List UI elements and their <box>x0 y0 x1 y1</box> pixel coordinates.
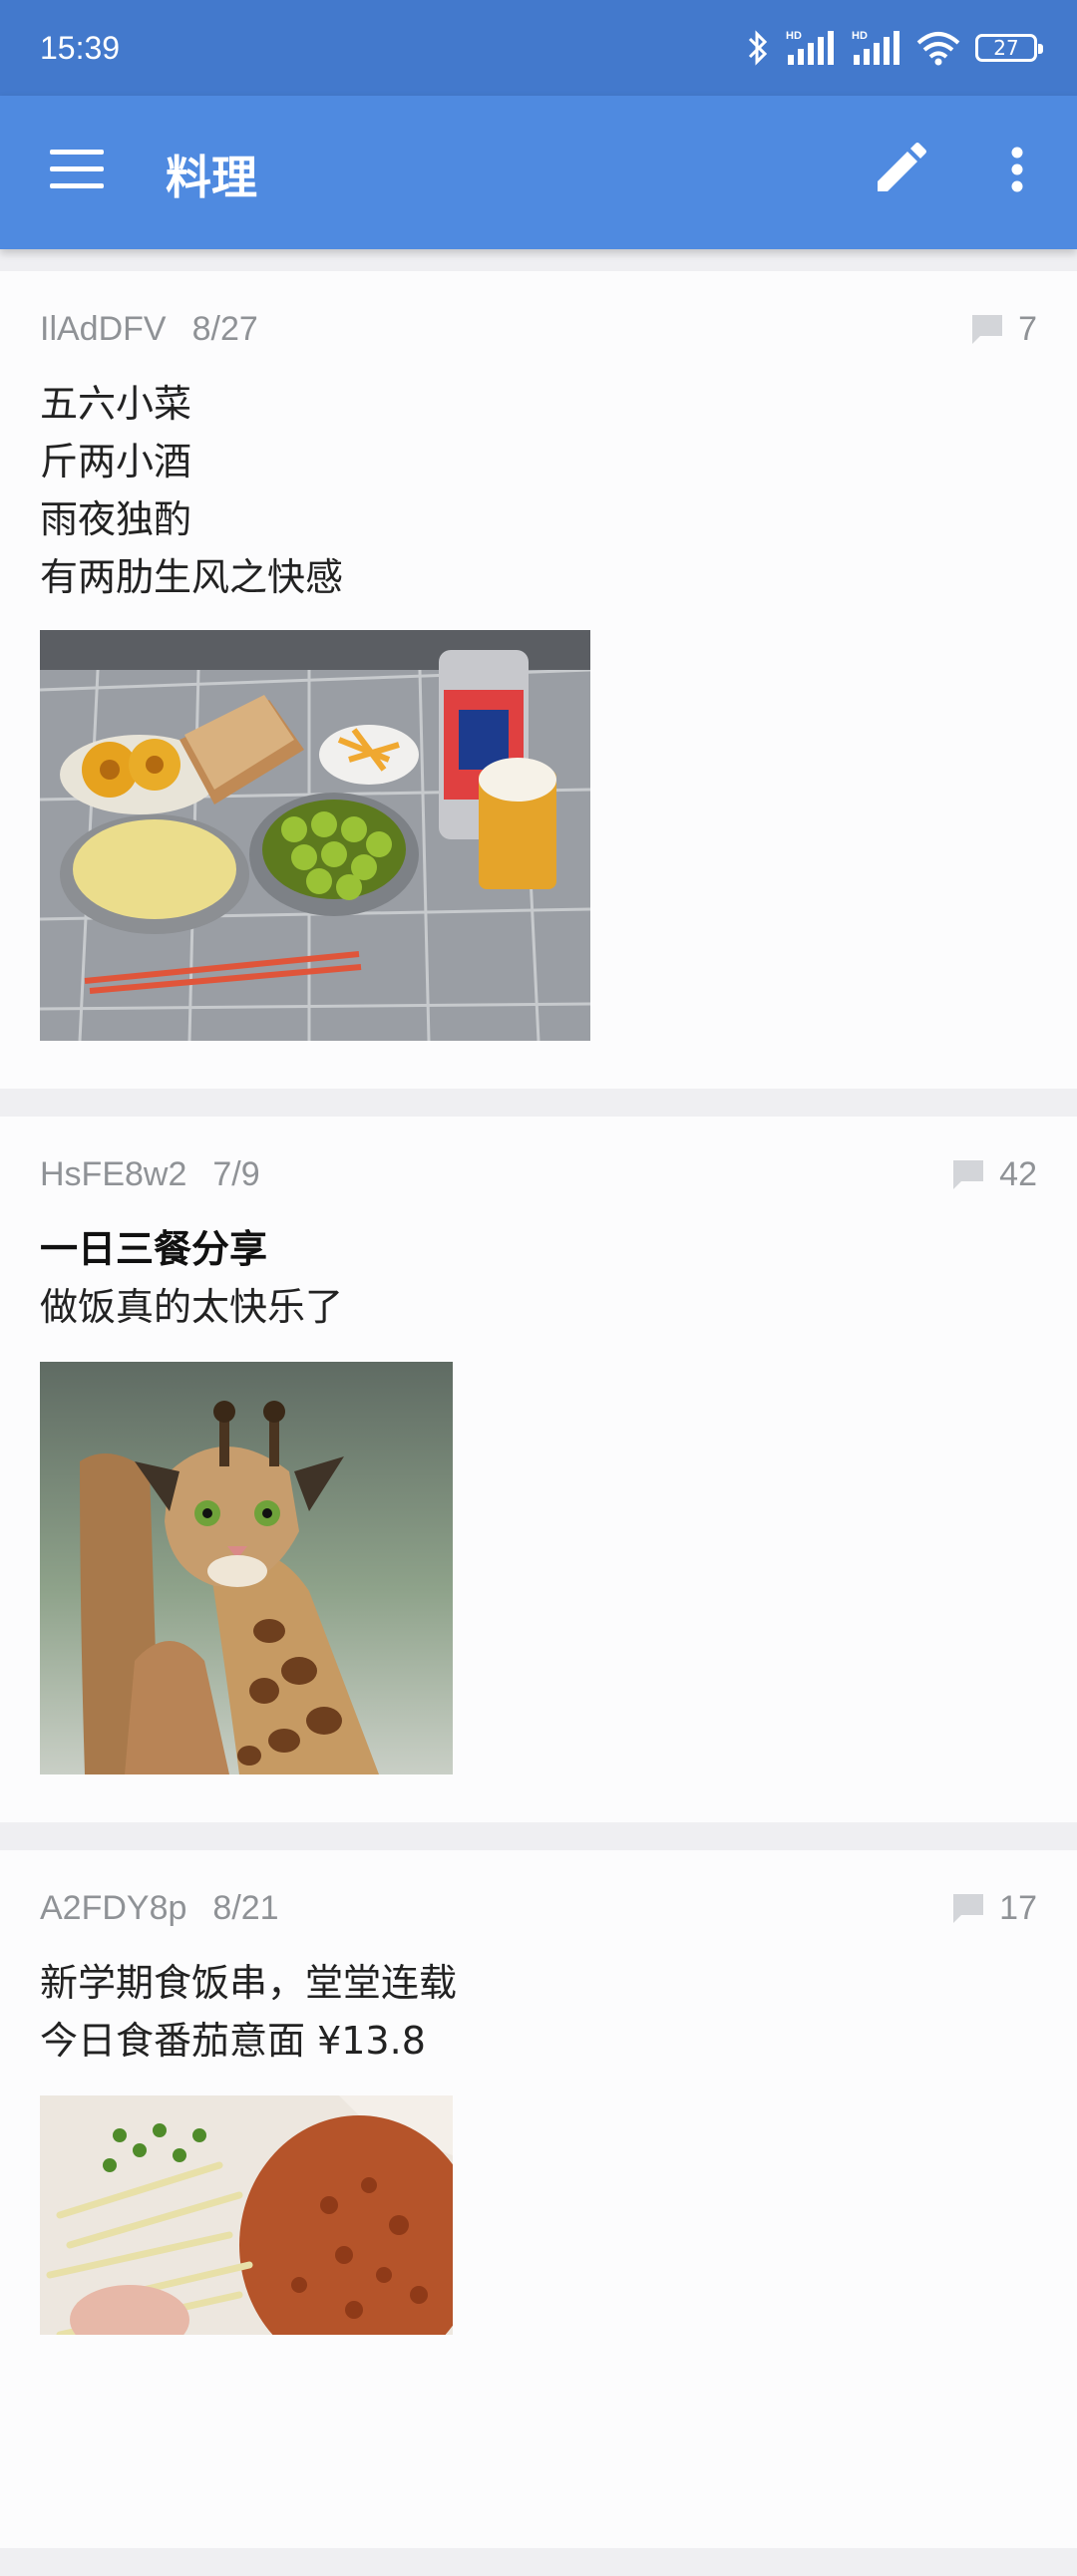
comment-icon <box>953 1160 984 1189</box>
post-date: 8/21 <box>212 1888 279 1927</box>
page-title: 料理 <box>166 151 257 204</box>
bluetooth-icon <box>748 30 768 66</box>
post-line: 五六小菜 <box>40 382 192 426</box>
post-title: 一日三餐分享 <box>40 1227 268 1271</box>
post-image-tomato-pasta[interactable] <box>40 2095 453 2335</box>
svg-text:HD: HD <box>786 30 802 42</box>
post-meta: IlAdDFV 8/27 7 <box>40 271 1037 349</box>
post-line: 斤两小酒 <box>40 440 192 483</box>
battery-level: 27 <box>993 36 1019 60</box>
comment-count-value: 7 <box>1018 309 1037 348</box>
status-time: 15:39 <box>40 29 121 66</box>
post-meta: A2FDY8p 8/21 17 <box>40 1850 1037 1928</box>
status-icons: HD HD 27 <box>746 29 1043 67</box>
post-author[interactable]: HsFE8w2 <box>40 1155 186 1194</box>
pencil-icon[interactable] <box>870 140 929 199</box>
post-date: 7/9 <box>212 1154 260 1193</box>
battery-icon: 27 <box>975 34 1043 62</box>
post-card[interactable]: A2FDY8p 8/21 17 新学期食饭串，堂堂连载 今日食番茄意面 ¥13.… <box>0 1850 1077 2548</box>
comment-count-value: 17 <box>999 1888 1037 1927</box>
comment-count: 17 <box>951 1889 1037 1928</box>
post-card[interactable]: HsFE8w2 7/9 42 一日三餐分享 做饭真的太快乐了 <box>0 1117 1077 1822</box>
post-content: 五六小菜 斤两小酒 雨夜独酌 有两肋生风之快感 <box>40 375 1037 606</box>
more-vert-icon[interactable] <box>997 140 1037 199</box>
comment-count: 7 <box>970 310 1037 349</box>
post-content: 一日三餐分享 做饭真的太快乐了 <box>40 1220 1037 1336</box>
post-content: 新学期食饭串，堂堂连载 今日食番茄意面 ¥13.8 <box>40 1954 1037 2070</box>
post-line: 雨夜独酌 <box>40 497 192 541</box>
signal-hd-icon: HD <box>852 30 899 65</box>
comment-count-value: 42 <box>999 1154 1037 1193</box>
comment-icon <box>953 1894 984 1923</box>
post-meta: HsFE8w2 7/9 42 <box>40 1117 1037 1194</box>
post-line: 今日食番茄意面 ¥13.8 <box>40 2019 426 2063</box>
post-line: 有两肋生风之快感 <box>40 555 344 599</box>
post-line: 做饭真的太快乐了 <box>40 1285 344 1329</box>
post-image-giraffe-cat[interactable] <box>40 1362 453 1774</box>
post-line: 新学期食饭串，堂堂连载 <box>40 1961 458 2005</box>
comment-icon <box>972 315 1003 344</box>
wifi-icon <box>916 32 960 66</box>
post-author[interactable]: IlAdDFV <box>40 310 167 349</box>
post-image-food-table[interactable] <box>40 630 590 1041</box>
post-card[interactable]: IlAdDFV 8/27 7 五六小菜 斤两小酒 雨夜独酌 有两肋生风之快感 <box>0 271 1077 1089</box>
comment-count: 42 <box>951 1155 1037 1194</box>
app-bar: 料理 <box>0 96 1077 249</box>
post-author[interactable]: A2FDY8p <box>40 1889 186 1928</box>
hamburger-menu-icon[interactable] <box>50 150 104 193</box>
post-feed: IlAdDFV 8/27 7 五六小菜 斤两小酒 雨夜独酌 有两肋生风之快感 H… <box>0 271 1077 2576</box>
status-bar: 15:39 HD HD 27 <box>0 0 1077 96</box>
post-date: 8/27 <box>191 309 258 348</box>
svg-text:HD: HD <box>852 30 868 42</box>
signal-hd-icon: HD <box>786 30 834 65</box>
